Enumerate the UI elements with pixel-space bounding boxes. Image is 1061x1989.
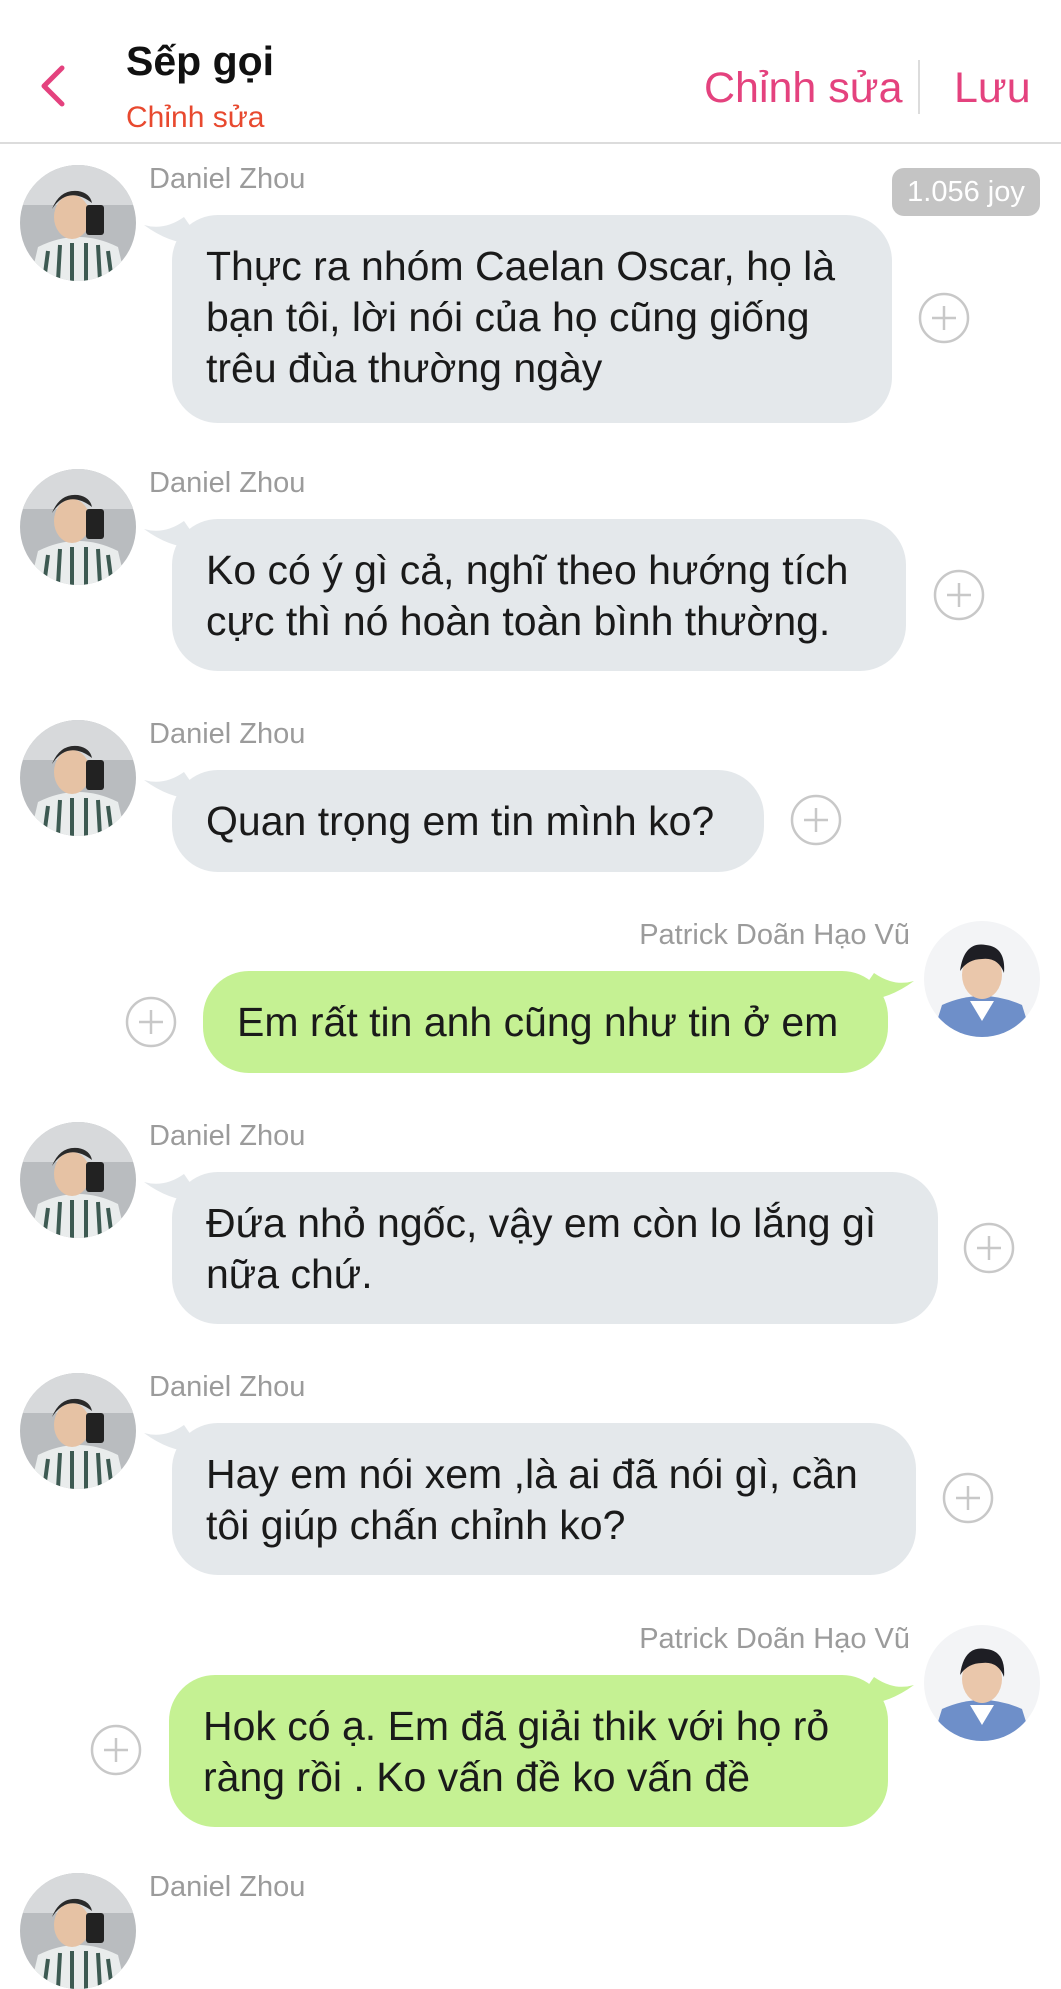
avatar-daniel-zhou[interactable] — [20, 165, 136, 281]
add-reaction-plus-icon[interactable] — [963, 1222, 1015, 1274]
add-reaction-plus-icon[interactable] — [942, 1472, 994, 1524]
message-text-line: cực thì nó hoàn toàn bình thường. — [206, 598, 831, 644]
message-text-line: Thực ra nhóm Caelan Oscar, họ là — [206, 243, 836, 289]
sender-name: Daniel Zhou — [149, 1371, 306, 1403]
add-reaction-plus-icon[interactable] — [918, 292, 970, 344]
incoming-message-bubble[interactable]: Đứa nhỏ ngốc, vậy em còn lo lắng gì nữa c… — [172, 1172, 938, 1324]
message-text-line: Em rất tin anh cũng như tin ở em — [237, 999, 839, 1045]
message-text-line: Hay em nói xem ,là ai đã nói gì, cần — [206, 1451, 858, 1497]
message-text-line: trêu đùa thường ngày — [206, 345, 603, 391]
chat-title: Sếp gọi — [126, 38, 275, 84]
avatar-daniel-zhou[interactable] — [20, 1873, 136, 1989]
bubble-tail — [856, 973, 914, 1000]
incoming-message-bubble[interactable]: Thực ra nhóm Caelan Oscar, họ là bạn tôi,… — [172, 215, 892, 423]
avatar-patrick[interactable] — [924, 1625, 1040, 1741]
add-reaction-plus-icon[interactable] — [125, 996, 177, 1048]
header-divider — [918, 60, 920, 114]
edit-button[interactable]: Chỉnh sửa — [704, 64, 903, 113]
message-text-line: Quan trọng em tin mình ko? — [206, 798, 715, 844]
add-reaction-plus-icon[interactable] — [933, 569, 985, 621]
sender-name: Daniel Zhou — [149, 1871, 306, 1903]
message-text-line: nữa chứ. — [206, 1251, 373, 1297]
incoming-message-bubble[interactable]: Hay em nói xem ,là ai đã nói gì, cần tôi … — [172, 1423, 916, 1575]
avatar-daniel-zhou[interactable] — [20, 469, 136, 585]
incoming-message-bubble[interactable]: Quan trọng em tin mình ko? — [172, 770, 764, 872]
add-reaction-plus-icon[interactable] — [90, 1724, 142, 1776]
sender-name: Daniel Zhou — [149, 163, 306, 195]
bubble-tail — [144, 521, 202, 548]
message-text-line: Ko có ý gì cả, nghĩ theo hướng tích — [206, 547, 849, 593]
incoming-message-bubble[interactable]: Ko có ý gì cả, nghĩ theo hướng tích cực t… — [172, 519, 906, 671]
message-text-line: Đứa nhỏ ngốc, vậy em còn lo lắng gì — [206, 1200, 877, 1246]
outgoing-message-bubble[interactable]: Hok có ạ. Em đã giải thik với họ rỏ ràng … — [169, 1675, 888, 1827]
sender-name: Daniel Zhou — [149, 1120, 306, 1152]
sender-name: Daniel Zhou — [149, 718, 306, 750]
sender-name: Patrick Doãn Hạo Vũ — [639, 919, 910, 951]
message-text-line: Hok có ạ. Em đã giải thik với họ rỏ — [203, 1703, 830, 1749]
message-text-line: ràng rồi . Ko vấn đề ko vấn đề — [203, 1754, 751, 1800]
outgoing-message-bubble[interactable]: Em rất tin anh cũng như tin ở em — [203, 971, 888, 1073]
chat-header: Sếp gọi Chỉnh sửa Chỉnh sửa Lưu — [0, 0, 1061, 144]
joy-counter-badge: 1.056 joy — [892, 168, 1040, 216]
avatar-patrick[interactable] — [924, 921, 1040, 1037]
sender-name: Patrick Doãn Hạo Vũ — [639, 1623, 910, 1655]
message-text-line: bạn tôi, lời nói của họ cũng giống — [206, 294, 810, 340]
avatar-daniel-zhou[interactable] — [20, 1122, 136, 1238]
add-reaction-plus-icon[interactable] — [790, 794, 842, 846]
bubble-tail — [144, 1174, 202, 1201]
bubble-tail — [856, 1677, 914, 1704]
chevron-left-icon[interactable] — [34, 60, 74, 112]
sender-name: Daniel Zhou — [149, 467, 306, 499]
avatar-daniel-zhou[interactable] — [20, 1373, 136, 1489]
chat-subtitle: Chỉnh sửa — [126, 101, 265, 134]
bubble-tail — [144, 772, 202, 799]
save-button[interactable]: Lưu — [954, 64, 1031, 113]
bubble-tail — [144, 1425, 202, 1452]
message-text-line: tôi giúp chấn chỉnh ko? — [206, 1502, 626, 1548]
bubble-tail — [144, 217, 202, 244]
avatar-daniel-zhou[interactable] — [20, 720, 136, 836]
